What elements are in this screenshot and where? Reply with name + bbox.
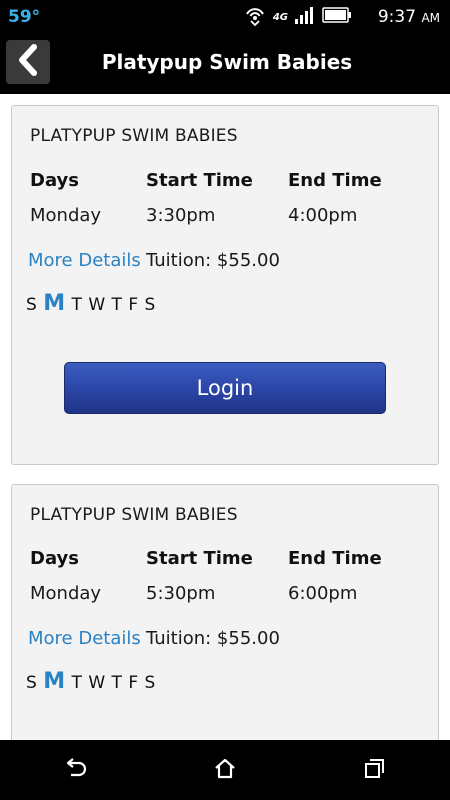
hotspot-icon bbox=[243, 4, 267, 30]
login-button[interactable]: Login bbox=[64, 362, 386, 414]
weekday: W bbox=[88, 295, 106, 315]
more-details-link[interactable]: More Details bbox=[28, 628, 141, 649]
action-bar: Platypup Swim Babies bbox=[0, 34, 450, 94]
tuition: Tuition: $55.00 bbox=[146, 250, 280, 271]
status-time: 9:37 AM bbox=[378, 7, 440, 27]
tuition: Tuition: $55.00 bbox=[146, 628, 280, 649]
weekday-active: M bbox=[43, 291, 66, 316]
weekday: F bbox=[128, 673, 139, 693]
network-type: 4G bbox=[272, 11, 288, 23]
page-title: Platypup Swim Babies bbox=[101, 50, 353, 74]
status-ampm: AM bbox=[421, 11, 440, 25]
weekday: S bbox=[144, 295, 156, 315]
signal-icon bbox=[294, 6, 316, 28]
weekday: S bbox=[144, 673, 156, 693]
class-day: Monday bbox=[30, 205, 102, 226]
status-bar: 59° 4G 9:37 AM bbox=[0, 0, 450, 34]
weekday: T bbox=[111, 295, 122, 315]
days-header: Days bbox=[30, 548, 79, 569]
class-end-time: 4:00pm bbox=[288, 205, 358, 226]
weekday: T bbox=[111, 673, 122, 693]
weekday: T bbox=[71, 673, 82, 693]
days-header: Days bbox=[30, 170, 79, 191]
start-time-header: Start Time bbox=[146, 548, 253, 569]
class-end-time: 6:00pm bbox=[288, 583, 358, 604]
class-card: PLATYPUP SWIM BABIES Days Start Time End… bbox=[11, 484, 439, 740]
nav-home-button[interactable] bbox=[195, 750, 255, 790]
class-start-time: 3:30pm bbox=[146, 205, 216, 226]
home-icon bbox=[213, 757, 237, 783]
nav-recents-button[interactable] bbox=[345, 750, 405, 790]
status-temperature: 59° bbox=[8, 7, 41, 27]
navigation-bar bbox=[0, 740, 450, 800]
class-card: PLATYPUP SWIM BABIES Days Start Time End… bbox=[11, 105, 439, 465]
weekday: W bbox=[88, 673, 106, 693]
back-arrow-icon bbox=[62, 757, 88, 783]
nav-back-button[interactable] bbox=[45, 750, 105, 790]
recent-apps-icon bbox=[363, 757, 387, 783]
weekday-row: S M T W T F S bbox=[26, 669, 156, 694]
weekday-row: S M T W T F S bbox=[26, 291, 156, 316]
weekday: S bbox=[26, 295, 37, 315]
class-list[interactable]: PLATYPUP SWIM BABIES Days Start Time End… bbox=[0, 94, 450, 740]
status-time-value: 9:37 bbox=[377, 7, 417, 27]
end-time-header: End Time bbox=[288, 170, 382, 191]
more-details-link[interactable]: More Details bbox=[28, 250, 141, 271]
class-title: PLATYPUP SWIM BABIES bbox=[30, 126, 238, 146]
start-time-header: Start Time bbox=[146, 170, 253, 191]
battery-icon bbox=[322, 7, 352, 27]
weekday: S bbox=[26, 673, 37, 693]
status-icons: 4G bbox=[243, 5, 352, 29]
class-start-time: 5:30pm bbox=[146, 583, 216, 604]
end-time-header: End Time bbox=[288, 548, 382, 569]
class-day: Monday bbox=[30, 583, 102, 604]
weekday: F bbox=[128, 295, 139, 315]
weekday-active: M bbox=[43, 669, 66, 694]
class-title: PLATYPUP SWIM BABIES bbox=[30, 505, 238, 525]
weekday: T bbox=[71, 295, 82, 315]
